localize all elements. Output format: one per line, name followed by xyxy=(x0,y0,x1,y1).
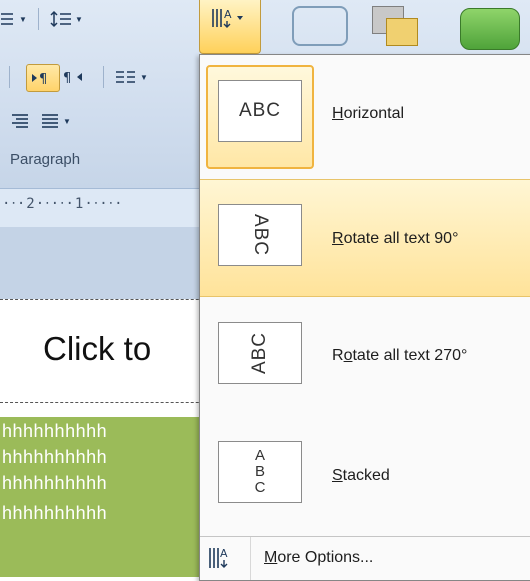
numbering-icon xyxy=(1,13,13,25)
separator xyxy=(9,66,10,88)
preview-text: ABC xyxy=(254,447,266,496)
left-to-right-button[interactable]: ¶ xyxy=(26,64,60,92)
preview-text: ABC xyxy=(248,331,270,375)
preview-text: ABC xyxy=(238,100,282,121)
menu-item-stacked[interactable]: ABC Stacked xyxy=(200,415,530,533)
access-key: S xyxy=(332,467,343,484)
chevron-down-icon: ▼ xyxy=(140,72,148,82)
label-text: orizontal xyxy=(343,105,405,122)
green-text-box[interactable]: hhhhhhhhhh hhhhhhhhhh hhhhhhhhhh hhhhhhh… xyxy=(0,417,200,577)
separator xyxy=(38,8,39,30)
text-direction-menu: ABC Horizontal ABC Rotate all text 90° A… xyxy=(199,54,530,581)
line-spacing-icon xyxy=(50,10,71,28)
menu-item-rotate-90[interactable]: ABC Rotate all text 90° xyxy=(200,179,530,297)
access-key: R xyxy=(332,230,344,247)
access-key: H xyxy=(332,105,344,122)
menu-item-horizontal[interactable]: ABC Horizontal xyxy=(200,55,530,173)
menu-item-more-options[interactable]: A More Options... xyxy=(200,537,530,580)
menu-item-rotate-270[interactable]: ABC Rotate all text 270° xyxy=(200,297,530,415)
separator xyxy=(103,66,104,88)
menu-item-label: Rotate all text 270° xyxy=(332,347,467,365)
menu-item-label: Horizontal xyxy=(332,105,404,123)
right-to-left-button[interactable]: ¶ xyxy=(62,64,86,90)
menu-item-label: Rotate all text 90° xyxy=(332,230,458,248)
chevron-down-icon: ▼ xyxy=(75,14,83,24)
columns-button[interactable]: ▼ xyxy=(115,64,148,90)
label-text: tate all text 270° xyxy=(352,347,468,364)
text-direction-icon: A xyxy=(209,547,228,568)
text-direction-icon: A xyxy=(212,8,243,28)
svg-text:¶: ¶ xyxy=(63,71,71,85)
arrange-icon xyxy=(372,6,424,46)
access-key: M xyxy=(264,549,278,566)
horizontal-preview-icon: ABC xyxy=(218,80,302,142)
rotate-270-preview-icon: ABC xyxy=(218,322,302,384)
right-to-left-icon: ¶ xyxy=(63,71,82,85)
text-direction-button[interactable]: A xyxy=(199,0,261,54)
numbering-button[interactable]: ▼ xyxy=(0,6,27,32)
chevron-down-icon: ▼ xyxy=(63,116,71,126)
align-right-button[interactable] xyxy=(10,108,30,134)
align-right-icon xyxy=(12,114,28,128)
text-line: hhhhhhhhhh xyxy=(2,421,108,441)
svg-text:A: A xyxy=(224,8,232,21)
text-line: hhhhhhhhhh xyxy=(2,473,108,493)
shape-icon xyxy=(292,6,348,46)
rotate-90-preview-icon: ABC xyxy=(218,204,302,266)
stacked-preview-icon: ABC xyxy=(218,441,302,503)
quick-styles-icon xyxy=(460,8,520,50)
svg-text:¶: ¶ xyxy=(39,72,47,86)
text-line: hhhhhhhhhh xyxy=(2,503,108,523)
label-text: tacked xyxy=(342,467,390,484)
text-line: hhhhhhhhhh xyxy=(2,447,108,467)
preview-text: ABC xyxy=(249,213,271,257)
svg-text:A: A xyxy=(220,547,228,560)
line-spacing-button[interactable]: ▼ xyxy=(50,6,83,32)
menu-item-label: Stacked xyxy=(332,467,390,485)
label-text: R xyxy=(332,347,344,364)
justify-icon xyxy=(42,114,58,128)
left-to-right-icon: ¶ xyxy=(32,72,47,86)
chevron-down-icon: ▼ xyxy=(19,14,27,24)
ruler-ticks: ·‧·2·‧·‧·1·‧·‧· xyxy=(2,196,124,212)
label-text: ore Options... xyxy=(277,549,374,566)
label-text: otate all text 90° xyxy=(343,230,459,247)
columns-icon xyxy=(116,71,135,83)
menu-item-label: More Options... xyxy=(264,549,373,567)
title-placeholder-text: Click to xyxy=(43,330,152,367)
justify-button[interactable]: ▼ xyxy=(40,108,71,134)
group-label: Paragraph xyxy=(10,151,81,168)
